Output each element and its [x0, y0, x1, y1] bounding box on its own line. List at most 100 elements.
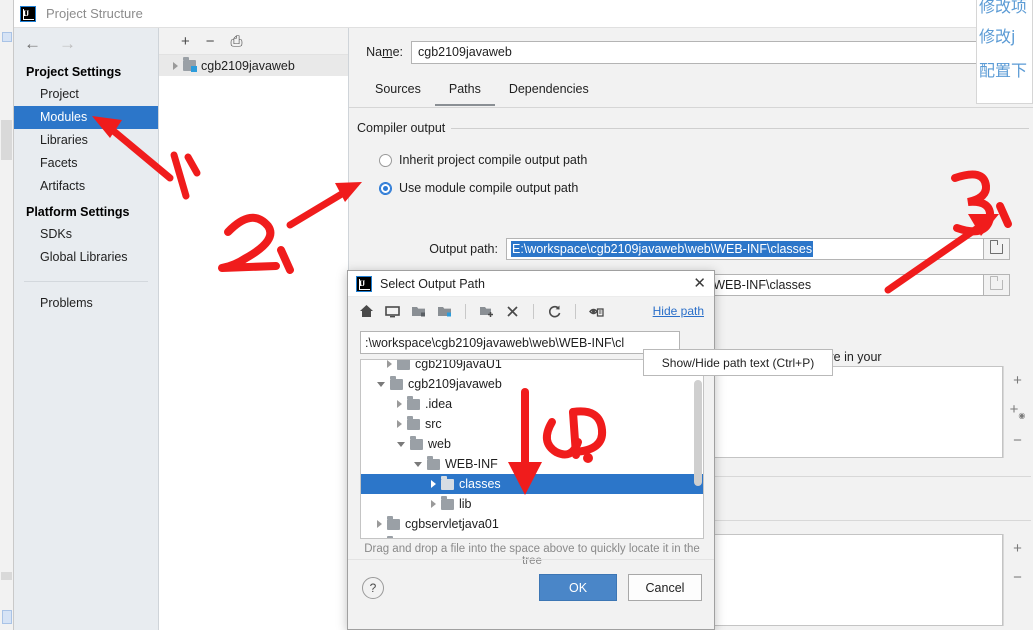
dialog-path-input[interactable]: :\workspace\cgb2109javaweb\web\WEB-INF\c… — [360, 331, 680, 354]
tree-node-cgb2109javaweb[interactable]: cgb2109javaweb — [361, 374, 703, 394]
ide-strip-chip-bottom — [2, 610, 12, 624]
output-path-input[interactable]: E:\workspace\cgb2109javaweb\web\WEB-INF\… — [506, 238, 984, 260]
show-hidden-files-icon[interactable] — [588, 303, 605, 320]
chevron-right-icon[interactable] — [377, 520, 382, 528]
inherit-project-output-radio-row[interactable]: Inherit project compile output path — [379, 153, 587, 167]
ide-strip-mark — [1, 572, 12, 580]
chevron-down-icon[interactable] — [397, 441, 405, 447]
cancel-button[interactable]: Cancel — [628, 574, 702, 601]
new-folder-icon[interactable] — [478, 303, 495, 320]
toolbar-divider-2 — [533, 303, 534, 319]
use-module-output-label: Use module compile output path — [399, 181, 579, 195]
folder-icon — [397, 360, 410, 370]
arrow-right-icon[interactable]: → — [59, 35, 76, 52]
sidebar-divider — [24, 281, 148, 282]
tree-node-src[interactable]: src — [361, 414, 703, 434]
module-tabs: Sources Paths Dependencies — [361, 76, 603, 106]
tree-node-web[interactable]: web — [361, 434, 703, 454]
tree-node-lib[interactable]: lib — [361, 494, 703, 514]
tree-node-cgbservletjava02[interactable]: cgbservletjava02 — [361, 534, 703, 538]
test-output-path-browse-button[interactable] — [984, 274, 1010, 296]
radio-inherit-icon[interactable] — [379, 153, 392, 167]
sidebar-item-global-libraries[interactable]: Global Libraries — [14, 246, 158, 269]
chinese-note-overlay: 修改项 修改j 配置下 — [976, 0, 1033, 104]
remove-annotation-button[interactable]: − — [1013, 569, 1022, 586]
remove-module-button[interactable]: − — [206, 34, 215, 49]
remove-javadoc-button[interactable]: − — [1013, 432, 1022, 449]
module-tree-row[interactable]: cgb2109javaweb — [159, 55, 348, 76]
tree-node-label: cgbservletjava02 — [405, 537, 499, 538]
dialog-title-text: Select Output Path — [380, 276, 485, 291]
home-icon[interactable] — [358, 303, 375, 320]
dialog-footer: ? OK Cancel — [348, 559, 714, 630]
folder-icon — [387, 535, 393, 538]
dialog-file-tree[interactable]: cgb2109javaU1 cgb2109javaweb .idea src w — [360, 359, 704, 539]
chinese-note-line-2: 修改j — [979, 27, 1016, 46]
folder-icon — [407, 415, 420, 430]
output-path-browse-button[interactable] — [984, 238, 1010, 260]
tab-dependencies[interactable]: Dependencies — [495, 76, 603, 106]
chevron-right-icon[interactable] — [397, 400, 402, 408]
chevron-right-icon[interactable] — [173, 61, 178, 70]
tree-node-label: .idea — [425, 397, 453, 411]
sidebar-item-artifacts[interactable]: Artifacts — [14, 175, 158, 198]
radio-module-icon[interactable] — [379, 181, 392, 195]
tree-scrollbar[interactable] — [694, 380, 702, 486]
add-javadoc-url-button[interactable]: +◉ — [1010, 401, 1026, 420]
hide-path-link[interactable]: Hide path — [653, 304, 704, 318]
tab-paths[interactable]: Paths — [434, 76, 495, 106]
sidebar-item-sdks[interactable]: SDKs — [14, 223, 158, 246]
chevron-right-icon[interactable] — [387, 360, 392, 368]
modules-pane: + − ⎙ cgb2109javaweb — [159, 28, 349, 630]
use-module-compile-output-radio[interactable]: Use module compile output path — [379, 181, 578, 195]
ok-button[interactable]: OK — [539, 574, 617, 601]
tree-node-label: cgb2109javaweb — [408, 377, 502, 391]
sidebar-item-facets[interactable]: Facets — [14, 152, 158, 175]
sidebar-item-project[interactable]: Project — [14, 83, 158, 106]
desktop-icon[interactable] — [384, 303, 401, 320]
intellij-idea-logo-icon: IJ — [356, 275, 372, 292]
chevron-right-icon[interactable] — [431, 480, 436, 488]
delete-icon[interactable] — [504, 303, 521, 320]
copy-module-button[interactable]: ⎙ — [231, 34, 243, 49]
settings-sidebar: ← → Project Settings Project Modules Lib… — [14, 28, 159, 630]
sidebar-group-project-settings: Project Settings — [26, 65, 122, 79]
add-javadoc-button[interactable]: + — [1013, 372, 1022, 389]
chevron-down-icon[interactable] — [377, 381, 385, 387]
sidebar-item-problems[interactable]: Problems — [14, 292, 158, 315]
add-module-button[interactable]: + — [181, 34, 190, 49]
close-icon[interactable]: ✕ — [693, 276, 706, 291]
sidebar-item-modules[interactable]: Modules — [14, 106, 158, 129]
module-folder-icon[interactable] — [436, 303, 453, 320]
tree-node-label: web — [428, 437, 451, 451]
chevron-right-icon[interactable] — [397, 420, 402, 428]
chevron-down-icon[interactable] — [414, 461, 422, 467]
folder-icon — [441, 475, 454, 490]
tabs-underline — [349, 107, 1033, 108]
sidebar-item-libraries[interactable]: Libraries — [14, 129, 158, 152]
sidebar-group-platform-settings: Platform Settings — [26, 205, 130, 219]
refresh-icon[interactable] — [546, 303, 563, 320]
module-name-label-text: Name: — [366, 45, 403, 59]
module-name-label: cgb2109javaweb — [201, 58, 295, 73]
add-annotation-button[interactable]: + — [1013, 540, 1022, 557]
tree-node-web-inf[interactable]: WEB-INF — [361, 454, 703, 474]
annotations-list-buttons: + − — [1003, 534, 1031, 626]
help-button[interactable]: ? — [362, 577, 384, 599]
inherit-project-output-label: Inherit project compile output path — [399, 153, 588, 167]
tree-node-cgbservletjava01[interactable]: cgbservletjava01 — [361, 514, 703, 534]
tree-node-label: classes — [459, 477, 501, 491]
output-path-label: Output path: — [429, 242, 498, 256]
sidebar-nav-arrows: ← → — [14, 28, 158, 58]
chevron-right-icon[interactable] — [431, 500, 436, 508]
tab-sources[interactable]: Sources — [361, 76, 435, 106]
module-name-input[interactable]: cgb2109javaweb — [411, 40, 1033, 64]
toolbar-divider-1 — [465, 303, 466, 319]
classes-tree-node[interactable]: classes — [361, 474, 703, 494]
arrow-left-icon[interactable]: ← — [24, 35, 41, 52]
folder-icon — [427, 455, 440, 470]
screen-root: IJ Project Structure ← → Project Setting… — [0, 0, 1033, 630]
tree-node-idea[interactable]: .idea — [361, 394, 703, 414]
project-folder-icon[interactable] — [410, 303, 427, 320]
folder-icon — [387, 515, 400, 530]
